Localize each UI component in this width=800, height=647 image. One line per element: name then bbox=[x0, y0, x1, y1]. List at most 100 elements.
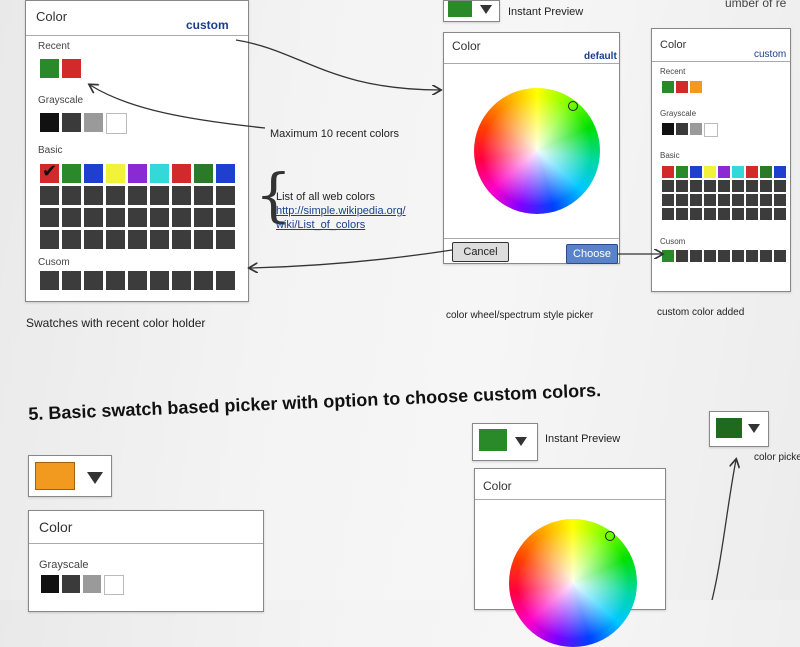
grayscale-swatch[interactable] bbox=[62, 575, 80, 593]
basic-swatch[interactable] bbox=[172, 164, 191, 183]
default-link[interactable]: default bbox=[584, 51, 617, 62]
basic-swatch[interactable] bbox=[746, 180, 758, 192]
basic-swatch[interactable] bbox=[690, 208, 702, 220]
custom-swatch[interactable] bbox=[718, 250, 730, 262]
custom-link[interactable]: custom bbox=[754, 49, 786, 60]
basic-swatch[interactable] bbox=[662, 166, 674, 178]
basic-swatch[interactable] bbox=[128, 230, 147, 249]
recent-swatch[interactable] bbox=[40, 59, 59, 78]
basic-swatch[interactable] bbox=[760, 166, 772, 178]
custom-swatch[interactable] bbox=[128, 271, 147, 290]
recent-swatch[interactable] bbox=[690, 81, 702, 93]
basic-swatch[interactable] bbox=[704, 194, 716, 206]
grayscale-swatch[interactable] bbox=[662, 123, 674, 135]
basic-swatch[interactable] bbox=[128, 186, 147, 205]
basic-swatch[interactable] bbox=[216, 164, 235, 183]
basic-swatch[interactable] bbox=[718, 180, 730, 192]
basic-swatch[interactable] bbox=[194, 230, 213, 249]
basic-swatch[interactable] bbox=[150, 230, 169, 249]
basic-swatch[interactable] bbox=[676, 166, 688, 178]
basic-swatch[interactable] bbox=[40, 208, 59, 227]
basic-swatch[interactable] bbox=[216, 230, 235, 249]
basic-swatch[interactable] bbox=[760, 208, 772, 220]
grayscale-swatch[interactable] bbox=[676, 123, 688, 135]
basic-swatch[interactable] bbox=[690, 194, 702, 206]
basic-swatch[interactable] bbox=[676, 194, 688, 206]
basic-swatch[interactable] bbox=[172, 230, 191, 249]
custom-swatch[interactable] bbox=[150, 271, 169, 290]
grayscale-swatch[interactable] bbox=[40, 113, 59, 132]
custom-swatch[interactable] bbox=[704, 250, 716, 262]
web-colors-link-2[interactable]: wiki/List_of_colors bbox=[276, 219, 365, 231]
basic-swatch[interactable] bbox=[62, 186, 81, 205]
basic-swatch[interactable] bbox=[718, 208, 730, 220]
basic-swatch[interactable] bbox=[676, 208, 688, 220]
grayscale-swatch[interactable] bbox=[62, 113, 81, 132]
grayscale-swatch[interactable] bbox=[104, 575, 124, 595]
basic-swatch[interactable] bbox=[662, 194, 674, 206]
grayscale-swatch[interactable] bbox=[704, 123, 718, 137]
basic-swatch[interactable] bbox=[40, 230, 59, 249]
basic-swatch[interactable] bbox=[746, 194, 758, 206]
basic-swatch[interactable] bbox=[194, 186, 213, 205]
basic-swatch[interactable] bbox=[690, 166, 702, 178]
custom-swatch[interactable] bbox=[194, 271, 213, 290]
custom-swatch[interactable] bbox=[746, 250, 758, 262]
wheel-selector-handle[interactable] bbox=[568, 101, 578, 111]
custom-swatch[interactable] bbox=[84, 271, 103, 290]
grayscale-swatch[interactable] bbox=[41, 575, 59, 593]
basic-swatch[interactable] bbox=[84, 186, 103, 205]
basic-swatch[interactable] bbox=[128, 164, 147, 183]
custom-swatch[interactable] bbox=[760, 250, 772, 262]
custom-swatch[interactable] bbox=[216, 271, 235, 290]
cancel-button[interactable]: Cancel bbox=[452, 242, 509, 262]
basic-swatch[interactable] bbox=[704, 208, 716, 220]
basic-swatch[interactable] bbox=[760, 194, 772, 206]
basic-swatch[interactable] bbox=[774, 208, 786, 220]
custom-swatch[interactable] bbox=[62, 271, 81, 290]
basic-swatch[interactable] bbox=[746, 166, 758, 178]
custom-swatch[interactable] bbox=[40, 271, 59, 290]
basic-swatch[interactable] bbox=[62, 208, 81, 227]
wheel-selector-handle[interactable] bbox=[605, 531, 615, 541]
recent-swatch[interactable] bbox=[662, 81, 674, 93]
choose-button[interactable]: Choose bbox=[566, 244, 618, 264]
basic-swatch[interactable] bbox=[774, 194, 786, 206]
grayscale-swatch[interactable] bbox=[83, 575, 101, 593]
custom-swatch[interactable] bbox=[662, 250, 674, 262]
basic-swatch[interactable] bbox=[62, 164, 81, 183]
basic-swatch[interactable] bbox=[774, 180, 786, 192]
orange-dropdown[interactable] bbox=[28, 455, 112, 497]
basic-swatch[interactable] bbox=[690, 180, 702, 192]
basic-swatch[interactable] bbox=[718, 166, 730, 178]
custom-swatch[interactable] bbox=[732, 250, 744, 262]
basic-swatch[interactable] bbox=[150, 186, 169, 205]
basic-swatch[interactable] bbox=[732, 166, 744, 178]
custom-swatch[interactable] bbox=[676, 250, 688, 262]
basic-swatch[interactable] bbox=[760, 180, 772, 192]
grayscale-swatch[interactable] bbox=[690, 123, 702, 135]
recent-swatch[interactable] bbox=[62, 59, 81, 78]
basic-swatch[interactable] bbox=[746, 208, 758, 220]
basic-swatch[interactable] bbox=[676, 180, 688, 192]
custom-swatch[interactable] bbox=[774, 250, 786, 262]
basic-swatch[interactable] bbox=[172, 208, 191, 227]
basic-swatch[interactable] bbox=[84, 164, 103, 183]
wheel-dropdown[interactable] bbox=[443, 0, 500, 22]
basic-swatch[interactable] bbox=[40, 186, 59, 205]
basic-swatch[interactable] bbox=[106, 164, 125, 183]
basic-swatch[interactable] bbox=[704, 180, 716, 192]
grayscale-swatch[interactable] bbox=[84, 113, 103, 132]
web-colors-link-1[interactable]: http://simple.wikipedia.org/ bbox=[276, 205, 406, 217]
basic-swatch[interactable] bbox=[172, 186, 191, 205]
basic-swatch[interactable] bbox=[216, 186, 235, 205]
grayscale-swatch[interactable] bbox=[106, 113, 127, 134]
basic-swatch[interactable] bbox=[216, 208, 235, 227]
basic-swatch[interactable] bbox=[732, 180, 744, 192]
basic-swatch[interactable] bbox=[732, 208, 744, 220]
green-dropdown[interactable] bbox=[472, 423, 538, 461]
basic-swatch[interactable] bbox=[704, 166, 716, 178]
basic-swatch[interactable] bbox=[150, 208, 169, 227]
basic-swatch[interactable] bbox=[106, 208, 125, 227]
basic-swatch[interactable] bbox=[84, 230, 103, 249]
